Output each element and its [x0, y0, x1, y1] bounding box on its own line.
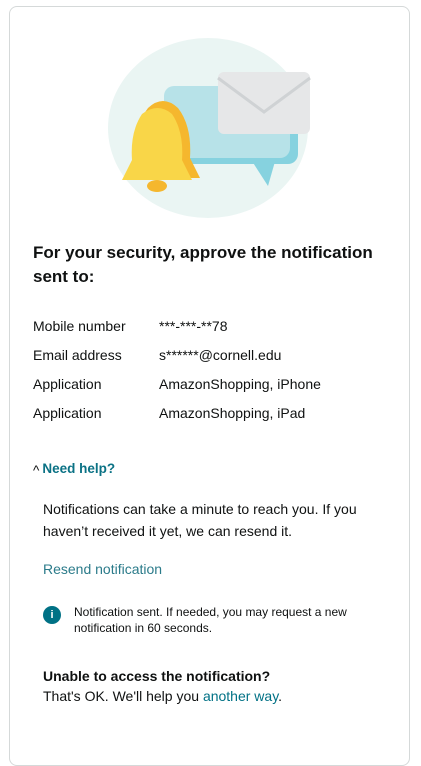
details-list: Mobile number ***-***-**78 Email address…	[33, 311, 393, 427]
detail-value: AmazonShopping, iPad	[159, 404, 306, 421]
notification-illustration	[108, 38, 311, 218]
info-text: Notification sent. If needed, you may re…	[74, 605, 347, 635]
info-icon: i	[43, 606, 61, 624]
detail-label: Email address	[33, 346, 122, 363]
detail-value: AmazonShopping, iPhone	[159, 375, 321, 392]
unable-access-section: Unable to access the notification? That'…	[43, 666, 403, 706]
info-message: i Notification sent. If needed, you may …	[43, 604, 383, 636]
detail-row-application-iphone: Application AmazonShopping, iPhone	[33, 369, 393, 398]
unable-title: Unable to access the notification?	[43, 668, 271, 684]
unable-text-suffix: .	[278, 688, 283, 704]
detail-label: Application	[33, 404, 102, 421]
another-way-link[interactable]: another way	[203, 688, 278, 704]
detail-value: ***-***-**78	[159, 317, 228, 334]
detail-label: Application	[33, 375, 102, 392]
detail-value: s******@cornell.edu	[159, 346, 282, 363]
help-text: Notifications can take a minute to reach…	[43, 501, 357, 539]
detail-row-mobile: Mobile number ***-***-**78	[33, 311, 393, 340]
detail-row-application-ipad: Application AmazonShopping, iPad	[33, 398, 393, 427]
need-help-label: Need help?	[42, 461, 116, 476]
need-help-toggle[interactable]: ^ Need help?	[33, 461, 116, 478]
detail-row-email: Email address s******@cornell.edu	[33, 340, 393, 369]
resend-notification-link[interactable]: Resend notification	[43, 561, 162, 577]
unable-text-prefix: That's OK. We'll help you	[43, 688, 203, 704]
page-title: For your security, approve the notificat…	[33, 243, 373, 286]
envelope-icon	[217, 72, 311, 134]
detail-label: Mobile number	[33, 317, 126, 334]
caret-up-icon: ^	[33, 463, 40, 478]
